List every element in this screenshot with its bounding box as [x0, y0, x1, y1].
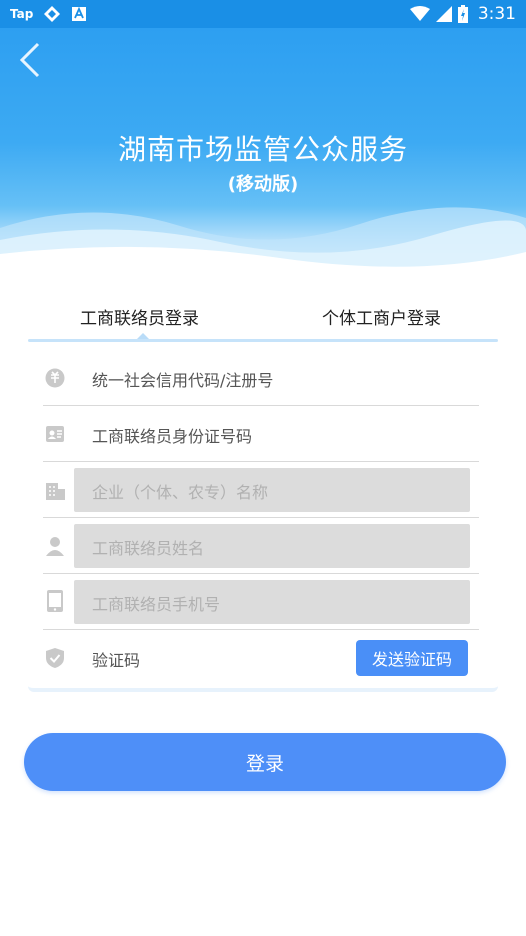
shield-check-icon [46, 648, 64, 668]
wifi-icon [409, 6, 430, 21]
notification-app-icon [44, 6, 61, 22]
tab-liaison-login[interactable]: 工商联络员登录 [80, 304, 199, 329]
liaison-phone-placeholder: 工商联络员手机号 [92, 595, 221, 614]
tab-underline [28, 339, 498, 342]
credit-code-row: 统一社会信用代码/注册号 [28, 350, 498, 406]
person-icon [46, 537, 64, 556]
company-name-placeholder: 企业（个体、农专）名称 [92, 483, 269, 502]
status-bar: Tap 3:31 [0, 0, 526, 28]
id-card-icon [46, 426, 64, 442]
status-left: Tap [10, 5, 87, 23]
login-tabs: 工商联络员登录 个体工商户登录 [28, 296, 498, 342]
back-button[interactable] [16, 42, 46, 78]
hero-header: 湖南市场监管公众服务 (移动版) [0, 28, 526, 282]
page-title: 湖南市场监管公众服务 [117, 133, 408, 166]
notification-a-icon [72, 6, 87, 21]
tab-individual-business-login[interactable]: 个体工商户登录 [322, 304, 441, 329]
login-button[interactable]: 登录 [24, 733, 506, 791]
status-right: 3:31 [409, 4, 516, 24]
verification-code-input[interactable]: 验证码 [92, 647, 140, 671]
login-form: 统一社会信用代码/注册号 工商联络员身份证号码 企业（个体、农专）名称 工商联络… [28, 344, 498, 692]
status-time: 3:31 [477, 4, 516, 24]
chevron-left-icon [19, 42, 40, 78]
coin-icon [45, 368, 65, 388]
id-number-row: 工商联络员身份证号码 [28, 406, 498, 462]
battery-icon [457, 5, 468, 23]
building-icon [46, 483, 65, 500]
phone-icon [47, 590, 63, 612]
liaison-name-row: 工商联络员姓名 [28, 518, 498, 574]
signal-icon [435, 6, 452, 22]
liaison-phone-row: 工商联络员手机号 [28, 574, 498, 630]
wave-decoration [0, 207, 526, 282]
credit-code-input[interactable]: 统一社会信用代码/注册号 [92, 367, 273, 391]
send-code-button[interactable]: 发送验证码 [356, 640, 468, 676]
id-number-input[interactable]: 工商联络员身份证号码 [92, 423, 252, 447]
tap-indicator: Tap [10, 7, 34, 21]
liaison-name-placeholder: 工商联络员姓名 [92, 539, 205, 558]
verification-code-row: 验证码 发送验证码 [28, 630, 498, 686]
company-name-row: 企业（个体、农专）名称 [28, 462, 498, 518]
